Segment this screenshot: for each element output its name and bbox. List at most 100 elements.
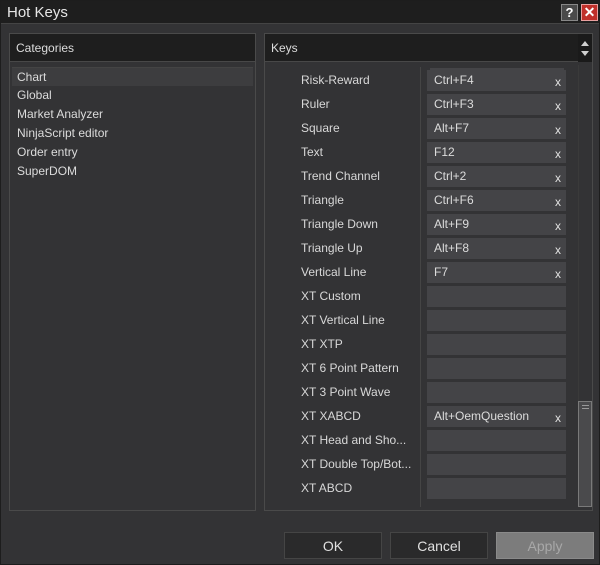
hotkey-value: F7: [434, 265, 449, 279]
category-item[interactable]: Chart: [12, 67, 253, 86]
scrollbar-thumb[interactable]: [578, 401, 592, 507]
hotkey-input[interactable]: [427, 478, 566, 499]
hotkey-name: Triangle Down: [301, 217, 378, 231]
hotkey-name: Triangle: [301, 193, 344, 207]
hotkey-name: Triangle Up: [301, 241, 363, 255]
hotkey-value: F12: [434, 145, 455, 159]
clear-hotkey-icon[interactable]: x: [555, 75, 561, 89]
keys-panel: Keys Risk-Reward Ctrl+F4 x Ruler Ctrl+F3 x Squ…: [264, 33, 593, 511]
hotkey-input[interactable]: Ctrl+2 x: [427, 166, 566, 187]
close-button[interactable]: ✕: [581, 4, 598, 21]
hotkey-input[interactable]: [427, 334, 566, 355]
categories-header-label: Categories: [16, 41, 75, 55]
window-title: Hot Keys: [7, 4, 68, 21]
clear-hotkey-icon[interactable]: x: [555, 219, 561, 233]
category-item[interactable]: Global: [10, 86, 255, 105]
clear-hotkey-icon[interactable]: x: [555, 195, 561, 209]
hotkey-value: Ctrl+F3: [434, 97, 474, 111]
header-scroll-buttons: [578, 34, 592, 62]
hotkey-row: Vertical Line F7 x: [265, 260, 575, 284]
clear-hotkey-icon[interactable]: x: [555, 243, 561, 257]
close-icon: ✕: [583, 4, 596, 20]
hotkey-name: XT XABCD: [301, 409, 361, 423]
title-bar: Hot Keys ? ✕: [1, 1, 599, 24]
hotkey-input[interactable]: Alt+OemQuestion x: [427, 406, 566, 427]
hotkey-input[interactable]: [427, 454, 566, 475]
hotkey-value: Ctrl+F4: [434, 73, 474, 87]
scroll-up-icon[interactable]: [581, 41, 589, 46]
hotkey-value: Ctrl+2: [434, 169, 467, 183]
category-item[interactable]: SuperDOM: [10, 162, 255, 181]
hotkey-row: XT XTP: [265, 332, 575, 356]
hotkey-row: Text F12 x: [265, 140, 575, 164]
hotkey-input[interactable]: [427, 430, 566, 451]
scroll-down-icon[interactable]: [581, 51, 589, 56]
hotkey-input[interactable]: [427, 358, 566, 379]
hotkey-input[interactable]: F12 x: [427, 142, 566, 163]
hotkey-row: XT Vertical Line: [265, 308, 575, 332]
hotkey-name: XT Custom: [301, 289, 361, 303]
hotkey-input[interactable]: Alt+F7 x: [427, 118, 566, 139]
hotkey-row: XT Custom: [265, 284, 575, 308]
hotkey-value: Alt+F8: [434, 241, 470, 255]
categories-panel: Categories Chart Global Market Analyzer Nin…: [9, 33, 256, 511]
apply-button[interactable]: Apply: [496, 532, 594, 559]
hotkey-input[interactable]: Ctrl+F4 x: [427, 70, 566, 91]
clear-hotkey-icon[interactable]: x: [555, 147, 561, 161]
hotkey-list: Risk-Reward Ctrl+F4 x Ruler Ctrl+F3 x Square Al…: [265, 68, 575, 500]
hotkey-name: XT ABCD: [301, 481, 353, 495]
hotkey-input[interactable]: Alt+F9 x: [427, 214, 566, 235]
hotkey-input[interactable]: [427, 382, 566, 403]
hotkey-row: Triangle Up Alt+F8 x: [265, 236, 575, 260]
hotkey-value: Ctrl+F6: [434, 193, 474, 207]
grip-line: [582, 405, 589, 406]
hotkey-name: XT Head and Sho...: [301, 433, 407, 447]
hotkey-input[interactable]: [427, 286, 566, 307]
grip-line: [582, 408, 589, 409]
categories-list: Chart Global Market Analyzer NinjaScript ed…: [10, 67, 255, 181]
hotkey-name: XT Vertical Line: [301, 313, 385, 327]
hotkey-name: Text: [301, 145, 324, 159]
hotkey-name: XT XTP: [301, 337, 343, 351]
categories-header: Categories: [10, 34, 255, 62]
hotkey-name: Vertical Line: [301, 265, 367, 279]
hotkey-name: XT 6 Point Pattern: [301, 361, 399, 375]
clear-hotkey-icon[interactable]: x: [555, 267, 561, 281]
clear-hotkey-icon[interactable]: x: [555, 171, 561, 185]
hotkey-row: XT ABCD: [265, 476, 575, 500]
hotkey-name: Risk-Reward: [301, 73, 370, 87]
hotkey-row: Triangle Ctrl+F6 x: [265, 188, 575, 212]
keys-header-label: Keys: [271, 41, 298, 55]
hotkey-row: XT 3 Point Wave: [265, 380, 575, 404]
hotkey-input[interactable]: [427, 310, 566, 331]
category-item[interactable]: Market Analyzer: [10, 105, 255, 124]
hotkey-input[interactable]: Ctrl+F3 x: [427, 94, 566, 115]
hotkey-value: Alt+F9: [434, 217, 470, 231]
ok-button[interactable]: OK: [284, 532, 382, 559]
hotkey-row: XT 6 Point Pattern: [265, 356, 575, 380]
clear-hotkey-icon[interactable]: x: [555, 411, 561, 425]
hotkey-row: XT Double Top/Bot...: [265, 452, 575, 476]
category-item[interactable]: Order entry: [10, 143, 255, 162]
hotkey-name: Trend Channel: [301, 169, 380, 183]
hotkey-input[interactable]: F7 x: [427, 262, 566, 283]
hotkey-name: XT Double Top/Bot...: [301, 457, 412, 471]
clear-hotkey-icon[interactable]: x: [555, 123, 561, 137]
hotkey-input[interactable]: Ctrl+F6 x: [427, 190, 566, 211]
hotkey-input[interactable]: Alt+F8 x: [427, 238, 566, 259]
cancel-button[interactable]: Cancel: [390, 532, 488, 559]
hotkey-row: XT Head and Sho...: [265, 428, 575, 452]
hotkey-name: Ruler: [301, 97, 330, 111]
keys-header: Keys: [265, 34, 592, 62]
hotkey-value: Alt+OemQuestion: [434, 409, 530, 423]
hotkey-row: Trend Channel Ctrl+2 x: [265, 164, 575, 188]
category-item[interactable]: NinjaScript editor: [10, 124, 255, 143]
hotkey-row: XT XABCD Alt+OemQuestion x: [265, 404, 575, 428]
hotkey-row: Square Alt+F7 x: [265, 116, 575, 140]
clear-hotkey-icon[interactable]: x: [555, 99, 561, 113]
hotkey-row: Risk-Reward Ctrl+F4 x: [265, 68, 575, 92]
hotkey-row: Ruler Ctrl+F3 x: [265, 92, 575, 116]
help-button[interactable]: ?: [561, 4, 578, 21]
hotkey-value: Alt+F7: [434, 121, 470, 135]
hotkey-name: Square: [301, 121, 340, 135]
